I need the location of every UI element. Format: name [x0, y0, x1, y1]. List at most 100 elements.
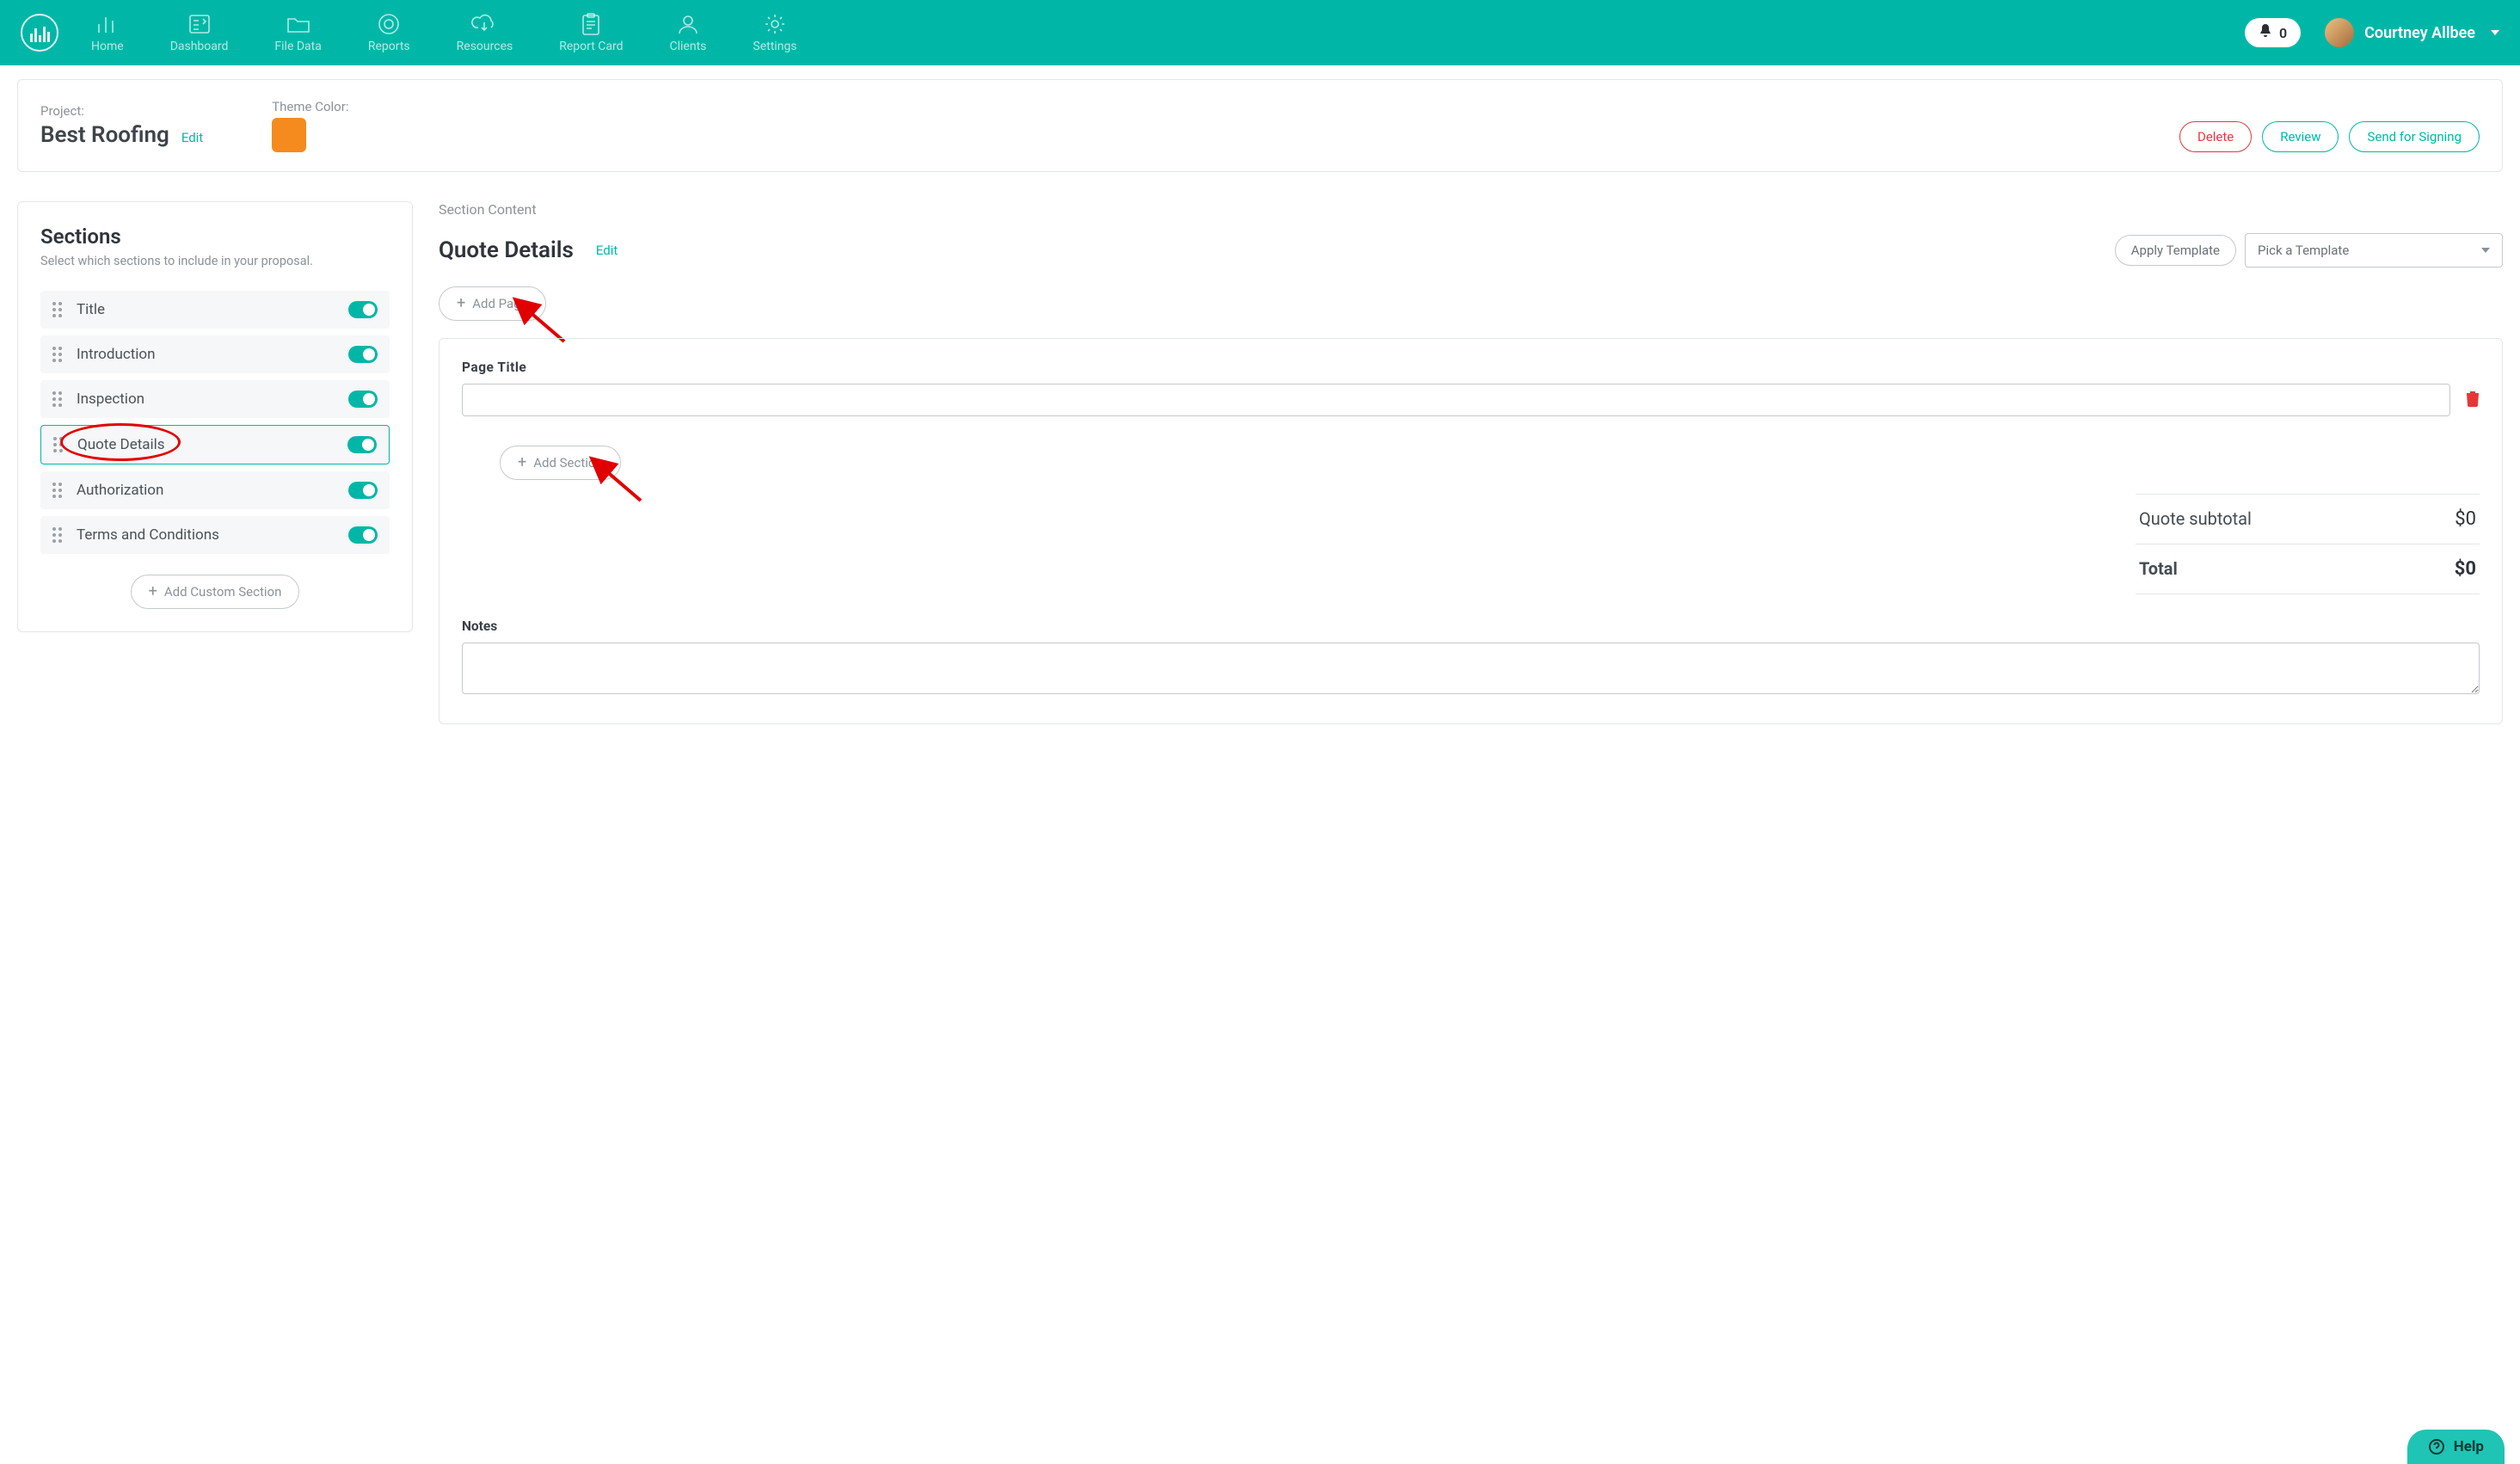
- subtotal-label: Quote subtotal: [2139, 508, 2252, 530]
- delete-button[interactable]: Delete: [2179, 121, 2252, 152]
- nav-home[interactable]: Home: [91, 12, 124, 53]
- theme-block: Theme Color:: [272, 99, 348, 152]
- top-nav: Home Dashboard File Data Reports Resourc…: [0, 0, 2520, 65]
- section-row-authorization[interactable]: Authorization: [40, 471, 390, 509]
- section-row-inspection[interactable]: Inspection: [40, 380, 390, 418]
- caret-down-icon: [2491, 30, 2499, 35]
- plus-icon: +: [149, 584, 157, 600]
- section-toggle[interactable]: [348, 482, 378, 499]
- nav-settings[interactable]: Settings: [753, 12, 796, 53]
- project-label: Project:: [40, 103, 203, 119]
- nav-label: Home: [91, 40, 124, 53]
- nav-label: Clients: [670, 40, 707, 53]
- section-toggle[interactable]: [348, 301, 378, 318]
- apply-template-button[interactable]: Apply Template: [2115, 235, 2236, 266]
- delete-page-button[interactable]: [2466, 390, 2480, 410]
- section-content-heading: Section Content: [439, 201, 2503, 218]
- sections-hint: Select which sections to include in your…: [40, 254, 390, 268]
- add-section-label: Add Section: [533, 455, 603, 471]
- section-toggle[interactable]: [348, 346, 378, 363]
- section-toggle[interactable]: [348, 526, 378, 544]
- nav-label: Dashboard: [170, 40, 229, 53]
- plus-icon: +: [457, 296, 465, 311]
- avatar: [2325, 18, 2354, 47]
- section-row-introduction[interactable]: Introduction: [40, 335, 390, 373]
- theme-label: Theme Color:: [272, 99, 348, 114]
- theme-color-swatch[interactable]: [272, 118, 306, 152]
- total-value: $0: [2455, 558, 2476, 580]
- drag-handle-icon[interactable]: [52, 302, 65, 317]
- cloud-download-icon: [471, 12, 497, 36]
- help-widget[interactable]: Help: [2407, 1430, 2505, 1464]
- bell-icon: [2259, 23, 2272, 42]
- sections-title: Sections: [40, 225, 390, 249]
- project-block: Project: Best Roofing Edit: [40, 103, 203, 148]
- totals-block: Quote subtotal $0 Total $0: [2136, 494, 2480, 594]
- notes-label: Notes: [462, 618, 2480, 634]
- total-row: Total $0: [2136, 544, 2480, 594]
- nav-file-data[interactable]: File Data: [274, 12, 321, 53]
- user-icon: [677, 12, 699, 36]
- nav-label: Report Card: [559, 40, 623, 53]
- drag-handle-icon[interactable]: [52, 347, 65, 362]
- template-select-placeholder: Pick a Template: [2258, 243, 2349, 258]
- section-label: Terms and Conditions: [77, 526, 219, 544]
- section-label: Inspection: [77, 391, 144, 408]
- edit-project-link[interactable]: Edit: [181, 130, 203, 145]
- notifications-count: 0: [2279, 25, 2287, 41]
- review-button[interactable]: Review: [2262, 121, 2339, 152]
- subtotal-row: Quote subtotal $0: [2136, 495, 2480, 544]
- send-for-signing-button[interactable]: Send for Signing: [2349, 121, 2480, 152]
- nav-clients[interactable]: Clients: [670, 12, 707, 53]
- sections-panel: Sections Select which sections to includ…: [17, 201, 413, 632]
- section-toggle[interactable]: [347, 436, 377, 453]
- nav-resources[interactable]: Resources: [457, 12, 513, 53]
- notes-textarea[interactable]: [462, 643, 2480, 694]
- section-toggle[interactable]: [348, 391, 378, 408]
- add-page-label: Add Page: [472, 296, 527, 311]
- user-name: Courtney Allbee: [2364, 24, 2475, 42]
- page-title-input[interactable]: [462, 384, 2450, 416]
- nav-label: Reports: [368, 40, 410, 53]
- page-body: Project: Best Roofing Edit Theme Color: …: [0, 65, 2520, 776]
- add-section-button[interactable]: + Add Section: [500, 446, 621, 480]
- user-menu[interactable]: Courtney Allbee: [2325, 18, 2499, 47]
- section-row-terms[interactable]: Terms and Conditions: [40, 516, 390, 554]
- section-row-title[interactable]: Title: [40, 291, 390, 329]
- nav-dashboard[interactable]: Dashboard: [170, 12, 229, 53]
- notifications-button[interactable]: 0: [2245, 18, 2301, 47]
- checklist-icon: [188, 12, 211, 36]
- subtotal-value: $0: [2455, 508, 2476, 530]
- nav-report-card[interactable]: Report Card: [559, 12, 623, 53]
- add-custom-label: Add Custom Section: [164, 584, 282, 600]
- caret-down-icon: [2481, 248, 2490, 253]
- bar-chart-icon: [96, 12, 119, 36]
- total-label: Total: [2139, 558, 2178, 580]
- drag-handle-icon[interactable]: [53, 437, 65, 452]
- section-content-column: Section Content Quote Details Edit Apply…: [439, 201, 2503, 724]
- section-row-quote-details[interactable]: Quote Details: [40, 425, 390, 464]
- template-select[interactable]: Pick a Template: [2245, 233, 2503, 268]
- add-page-button[interactable]: + Add Page: [439, 286, 546, 321]
- nav-reports[interactable]: Reports: [368, 12, 410, 53]
- target-icon: [378, 12, 400, 36]
- help-label: Help: [2454, 1438, 2484, 1455]
- page-panel: Page Title + Add Section: [439, 338, 2503, 724]
- app-logo[interactable]: [21, 14, 58, 52]
- plus-icon: +: [518, 455, 526, 471]
- project-name: Best Roofing: [40, 122, 169, 148]
- nav-label: Resources: [457, 40, 513, 53]
- nav-items: Home Dashboard File Data Reports Resourc…: [91, 12, 797, 53]
- edit-section-link[interactable]: Edit: [596, 243, 618, 258]
- page-title-label: Page Title: [462, 360, 2480, 375]
- drag-handle-icon[interactable]: [52, 483, 65, 498]
- section-label: Authorization: [77, 482, 163, 499]
- add-custom-section-button[interactable]: + Add Custom Section: [131, 575, 300, 609]
- clipboard-icon: [581, 12, 601, 36]
- nav-label: File Data: [274, 40, 321, 53]
- drag-handle-icon[interactable]: [52, 391, 65, 407]
- project-header-card: Project: Best Roofing Edit Theme Color: …: [17, 79, 2503, 172]
- section-label: Quote Details: [77, 436, 165, 453]
- drag-handle-icon[interactable]: [52, 527, 65, 543]
- project-actions: Delete Review Send for Signing: [2179, 121, 2480, 152]
